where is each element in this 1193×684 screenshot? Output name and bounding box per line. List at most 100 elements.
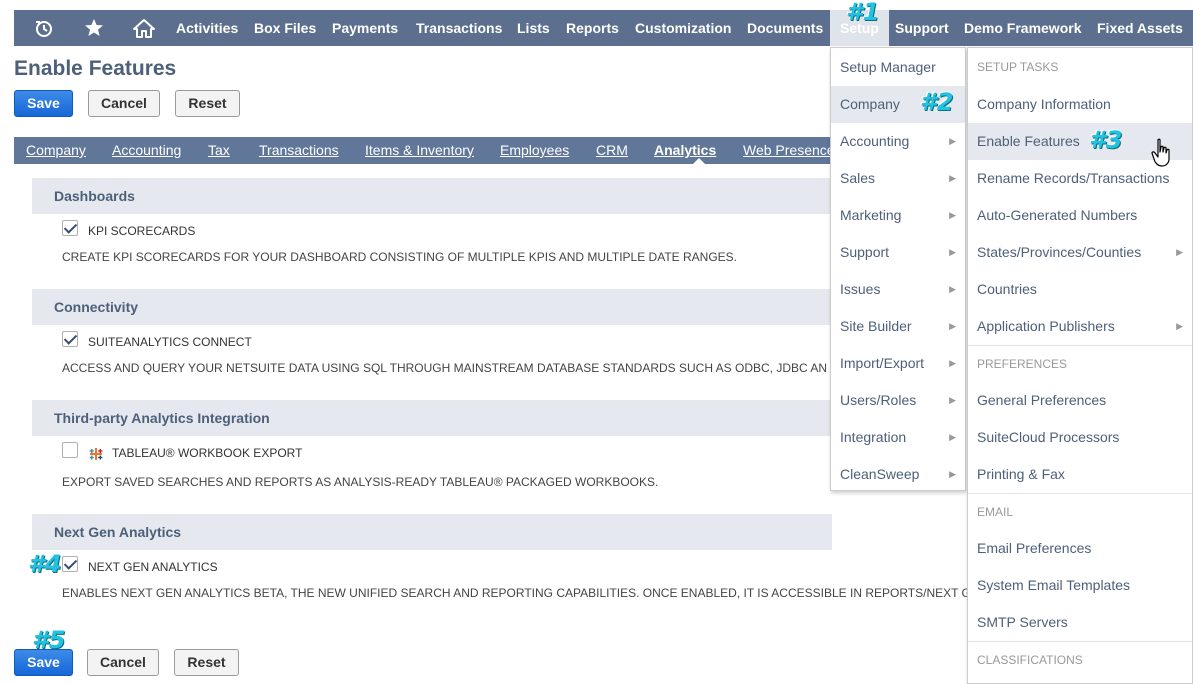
nav-customization[interactable]: Customization <box>635 10 731 46</box>
next-gen-analytics-checkbox[interactable] <box>62 556 78 572</box>
menu-item-label: Issues <box>840 281 881 297</box>
menu-item-label: Auto-Generated Numbers <box>977 207 1138 223</box>
menu-item-label: States/Provinces/Counties <box>977 244 1142 260</box>
submenu-arrow-icon: ▶ <box>949 469 956 479</box>
tab-web-presence[interactable]: Web Presence <box>743 137 835 164</box>
suiteanalytics-connect-label: SUITEANALYTICS CONNECT <box>88 335 252 349</box>
menu-item-application-publishers[interactable]: Application Publishers ▶ <box>968 308 1192 345</box>
tab-items-inventory[interactable]: Items & Inventory <box>365 137 474 164</box>
tableau-logo-icon <box>88 446 104 465</box>
menu-item-countries[interactable]: Countries <box>968 271 1192 308</box>
submenu-arrow-icon: ▶ <box>1176 321 1183 331</box>
menu-item-label: Company <box>840 96 900 112</box>
submenu-arrow-icon: ▶ <box>949 284 956 294</box>
recent-records-icon[interactable] <box>30 10 58 46</box>
section-dashboards: Dashboards <box>32 178 832 214</box>
submenu-arrow-icon: ▶ <box>1176 247 1183 257</box>
nav-activities[interactable]: Activities <box>176 10 238 46</box>
menu-item-users-roles[interactable]: Users/Roles ▶ <box>831 382 965 419</box>
tab-analytics[interactable]: Analytics <box>654 137 716 164</box>
menu-item-site-builder[interactable]: Site Builder ▶ <box>831 308 965 345</box>
menu-item-label: General Preferences <box>977 392 1107 408</box>
menu-item-states-provinces[interactable]: States/Provinces/Counties ▶ <box>968 234 1192 271</box>
submenu-arrow-icon: ▶ <box>949 136 956 146</box>
menu-item-label: System Email Templates <box>977 577 1131 593</box>
submenu-arrow-icon: ▶ <box>949 432 956 442</box>
menu-item-support[interactable]: Support ▶ <box>831 234 965 271</box>
menu-item-label: Countries <box>977 281 1037 297</box>
menu-item-email-preferences[interactable]: Email Preferences <box>968 530 1192 567</box>
home-icon[interactable] <box>129 10 159 46</box>
menu-item-company-information[interactable]: Company Information <box>968 86 1192 123</box>
cancel-button-bottom[interactable]: Cancel <box>87 649 159 676</box>
tableau-export-description: EXPORT SAVED SEARCHES AND REPORTS AS ANA… <box>62 475 659 489</box>
menu-item-label: Marketing <box>840 207 902 223</box>
menu-item-label: SMTP Servers <box>977 614 1068 630</box>
menu-item-label: Users/Roles <box>840 392 917 408</box>
tab-company[interactable]: Company <box>26 137 86 164</box>
annotation-step-5: #5 <box>32 626 66 654</box>
menu-item-printing-fax[interactable]: Printing & Fax <box>968 456 1192 493</box>
menu-item-suitecloud-processors[interactable]: SuiteCloud Processors <box>968 419 1192 456</box>
next-gen-analytics-description: ENABLES NEXT GEN ANALYTICS BETA, THE NEW… <box>62 586 971 600</box>
nav-support[interactable]: Support <box>895 10 949 46</box>
menu-item-label: Accounting <box>840 133 910 149</box>
nav-demo-framework[interactable]: Demo Framework <box>964 10 1081 46</box>
nav-documents[interactable]: Documents <box>747 10 823 46</box>
page-title: Enable Features <box>14 57 177 80</box>
nav-fixed-assets[interactable]: Fixed Assets <box>1097 10 1183 46</box>
menu-item-cleansweep[interactable]: CleanSweep ▶ <box>831 456 965 493</box>
annotation-step-2: #2 <box>920 88 954 116</box>
menu-item-system-email-templates[interactable]: System Email Templates <box>968 567 1192 604</box>
tab-employees[interactable]: Employees <box>500 137 569 164</box>
menu-item-label: Application Publishers <box>977 318 1115 334</box>
menu-item-label: Company Information <box>977 96 1111 112</box>
menu-item-label: Setup Manager <box>840 59 936 75</box>
nav-transactions[interactable]: Transactions <box>416 10 502 46</box>
submenu-arrow-icon: ▶ <box>949 247 956 257</box>
annotation-step-3: #3 <box>1089 126 1123 154</box>
nav-box-files[interactable]: Box Files <box>254 10 316 46</box>
menu-item-smtp-servers[interactable]: SMTP Servers <box>968 604 1192 641</box>
save-button-top[interactable]: Save <box>14 90 73 117</box>
submenu-arrow-icon: ▶ <box>949 395 956 405</box>
menu-item-integration[interactable]: Integration ▶ <box>831 419 965 456</box>
menu-item-general-preferences[interactable]: General Preferences <box>968 382 1192 419</box>
kpi-scorecards-checkbox[interactable] <box>62 220 78 236</box>
reset-button-bottom[interactable]: Reset <box>174 649 239 676</box>
suiteanalytics-connect-checkbox[interactable] <box>62 331 78 347</box>
hand-pointer-cursor-icon <box>1151 138 1175 171</box>
submenu-arrow-icon: ▶ <box>949 210 956 220</box>
menu-header-setup-tasks: SETUP TASKS <box>977 60 1059 74</box>
submenu-arrow-icon: ▶ <box>949 173 956 183</box>
tableau-export-checkbox[interactable] <box>62 442 78 458</box>
menu-item-label: Site Builder <box>840 318 912 334</box>
menu-item-label: SuiteCloud Processors <box>977 429 1120 445</box>
section-third-party-analytics: Third-party Analytics Integration <box>32 400 832 436</box>
suiteanalytics-connect-description: ACCESS AND QUERY YOUR NETSUITE DATA USIN… <box>62 361 828 375</box>
menu-item-marketing[interactable]: Marketing ▶ <box>831 197 965 234</box>
nav-lists[interactable]: Lists <box>517 10 550 46</box>
menu-item-issues[interactable]: Issues ▶ <box>831 271 965 308</box>
nav-reports[interactable]: Reports <box>566 10 619 46</box>
menu-item-setup-manager[interactable]: Setup Manager <box>831 49 965 86</box>
reset-button-top[interactable]: Reset <box>175 90 240 117</box>
menu-item-label: Integration <box>840 429 907 445</box>
menu-item-label: Enable Features <box>977 133 1080 149</box>
tab-transactions[interactable]: Transactions <box>259 137 339 164</box>
active-tab-indicator <box>693 158 705 164</box>
menu-item-accounting[interactable]: Accounting ▶ <box>831 123 965 160</box>
nav-payments[interactable]: Payments <box>332 10 398 46</box>
star-icon[interactable] <box>80 10 108 46</box>
menu-item-auto-generated-numbers[interactable]: Auto-Generated Numbers <box>968 197 1192 234</box>
annotation-step-1: #1 <box>846 0 880 26</box>
tab-tax[interactable]: Tax <box>208 137 230 164</box>
tab-accounting[interactable]: Accounting <box>112 137 181 164</box>
top-navigation-bar: Activities Box Files Payments Transactio… <box>14 10 1193 46</box>
menu-item-import-export[interactable]: Import/Export ▶ <box>831 345 965 382</box>
tab-crm[interactable]: CRM <box>596 137 628 164</box>
cancel-button-top[interactable]: Cancel <box>88 90 160 117</box>
menu-item-sales[interactable]: Sales ▶ <box>831 160 965 197</box>
menu-item-label: Support <box>840 244 890 260</box>
next-gen-analytics-label: NEXT GEN ANALYTICS <box>88 560 218 574</box>
